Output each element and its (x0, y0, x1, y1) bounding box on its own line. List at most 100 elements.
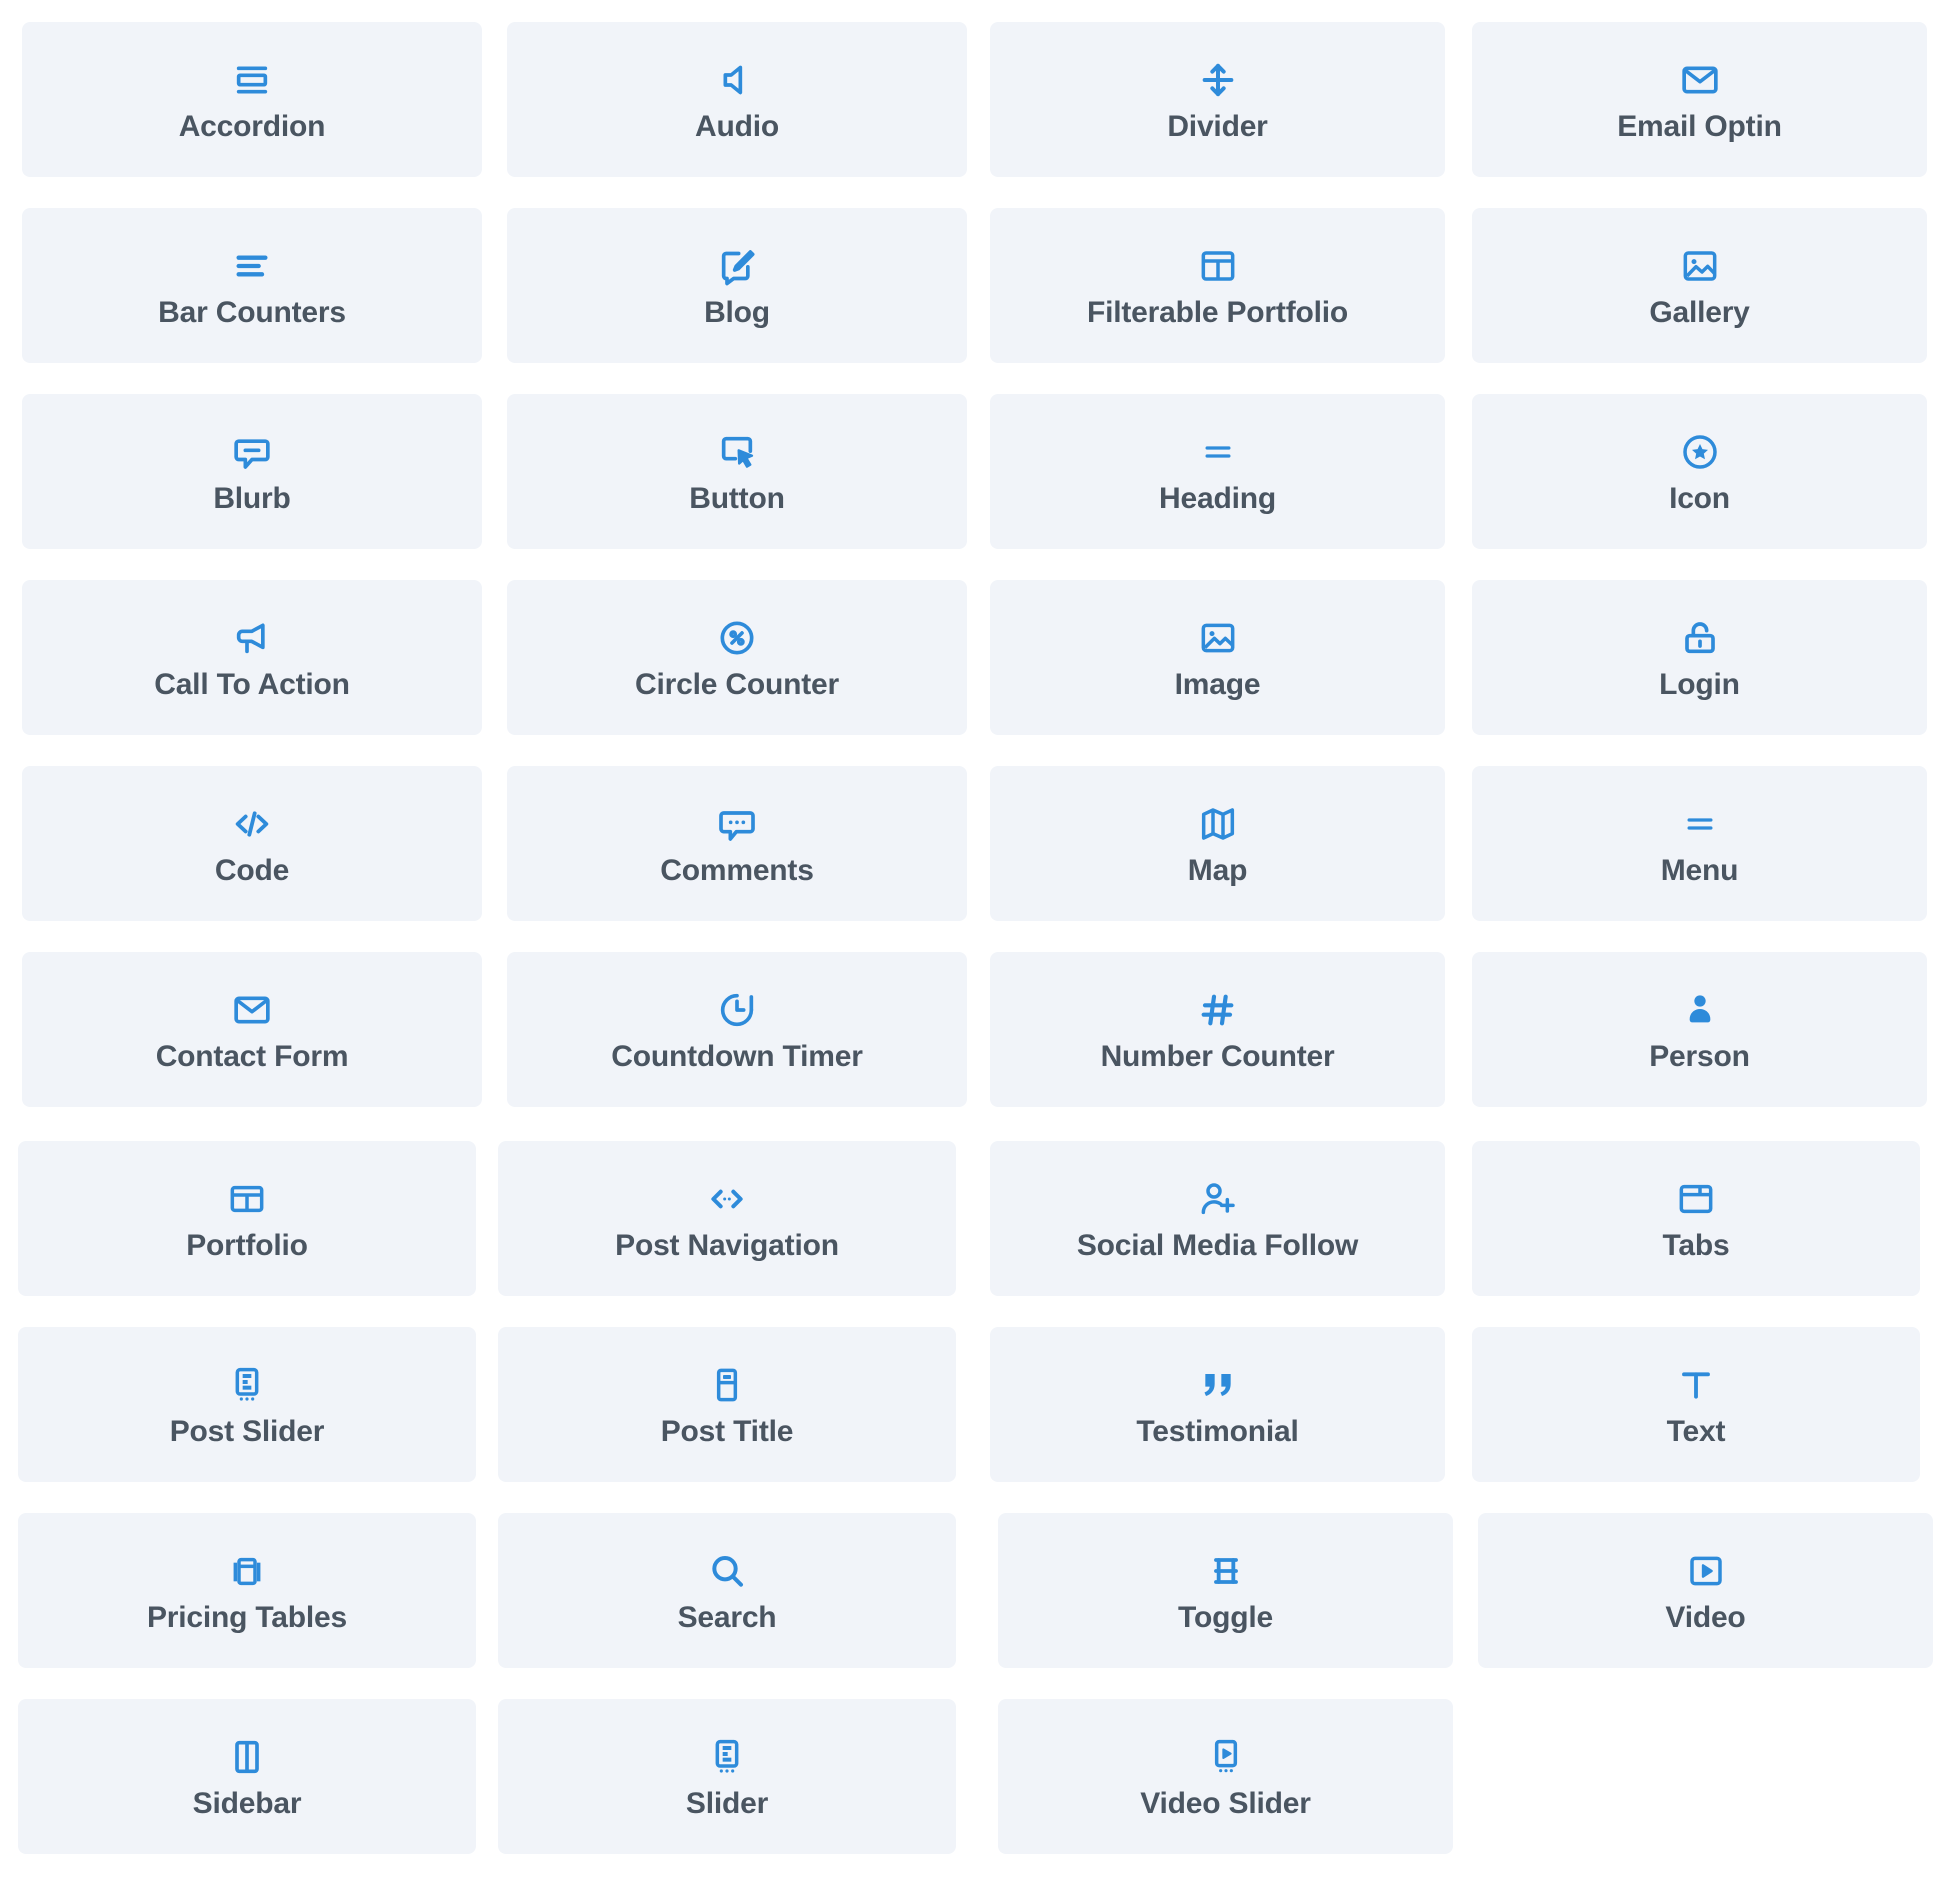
module-label: Map (1187, 853, 1248, 887)
module-label: Text (1666, 1414, 1726, 1448)
module-label: Tabs (1662, 1228, 1730, 1262)
module-label: Contact Form (155, 1039, 349, 1073)
module-label: Search (677, 1600, 777, 1634)
module-label: Number Counter (1100, 1039, 1335, 1073)
blog-pencil-icon (714, 243, 760, 289)
module-card-code[interactable]: Code (22, 766, 482, 921)
lock-icon (1677, 615, 1723, 661)
module-card-button[interactable]: Button (507, 394, 967, 549)
menu-lines-icon (1677, 801, 1723, 847)
module-card-circle-counter[interactable]: Circle Counter (507, 580, 967, 735)
module-label: Countdown Timer (611, 1039, 863, 1073)
module-card-pricing-tables[interactable]: Pricing Tables (18, 1513, 476, 1668)
module-label: Video (1665, 1600, 1746, 1634)
video-slider-icon (1203, 1734, 1249, 1780)
module-card-filterable-portfolio[interactable]: Filterable Portfolio (990, 208, 1445, 363)
video-play-icon (1683, 1548, 1729, 1594)
code-brackets-icon (229, 801, 275, 847)
module-card-map[interactable]: Map (990, 766, 1445, 921)
module-label: Post Title (660, 1414, 794, 1448)
module-card-number-counter[interactable]: Number Counter (990, 952, 1445, 1107)
button-cursor-icon (714, 429, 760, 475)
module-card-email-optin[interactable]: Email Optin (1472, 22, 1927, 177)
comment-bubble-icon (714, 801, 760, 847)
module-card-person[interactable]: Person (1472, 952, 1927, 1107)
module-card-toggle[interactable]: Toggle (998, 1513, 1453, 1668)
module-label: Menu (1660, 853, 1739, 887)
module-card-login[interactable]: Login (1472, 580, 1927, 735)
module-label: Slider (685, 1786, 769, 1820)
quote-icon (1195, 1362, 1241, 1408)
gallery-image-icon (1677, 243, 1723, 289)
clock-icon (714, 987, 760, 1033)
post-navigation-icon (704, 1176, 750, 1222)
module-card-divider[interactable]: Divider (990, 22, 1445, 177)
text-t-icon (1673, 1362, 1719, 1408)
module-label: Blog (704, 295, 770, 329)
module-card-blog[interactable]: Blog (507, 208, 967, 363)
module-label: Social Media Follow (1076, 1228, 1359, 1262)
module-card-comments[interactable]: Comments (507, 766, 967, 921)
audio-speaker-icon (714, 57, 760, 103)
module-card-text[interactable]: Text (1472, 1327, 1920, 1482)
module-label: Gallery (1649, 295, 1750, 329)
module-card-call-to-action[interactable]: Call To Action (22, 580, 482, 735)
module-card-menu[interactable]: Menu (1472, 766, 1927, 921)
heading-lines-icon (1195, 429, 1241, 475)
image-icon (1195, 615, 1241, 661)
module-label: Pricing Tables (146, 1600, 348, 1634)
module-card-bar-counters[interactable]: Bar Counters (22, 208, 482, 363)
toggle-icon (1203, 1548, 1249, 1594)
module-label: Icon (1669, 481, 1730, 515)
search-icon (704, 1548, 750, 1594)
module-card-social-media-follow[interactable]: Social Media Follow (990, 1141, 1445, 1296)
module-label: Heading (1159, 481, 1276, 515)
envelope-icon (229, 987, 275, 1033)
blurb-bubble-icon (229, 429, 275, 475)
module-label: Post Navigation (615, 1228, 839, 1262)
module-label: Toggle (1178, 1600, 1273, 1634)
tabs-icon (1673, 1176, 1719, 1222)
person-add-icon (1195, 1176, 1241, 1222)
circle-counter-icon (714, 615, 760, 661)
module-label: Testimonial (1136, 1414, 1299, 1448)
module-card-video[interactable]: Video (1478, 1513, 1933, 1668)
star-circle-icon (1677, 429, 1723, 475)
module-card-post-slider[interactable]: Post Slider (18, 1327, 476, 1482)
module-card-icon[interactable]: Icon (1472, 394, 1927, 549)
bar-counters-icon (229, 243, 275, 289)
module-card-sidebar[interactable]: Sidebar (18, 1699, 476, 1854)
portfolio-grid-icon (224, 1176, 270, 1222)
post-title-icon (704, 1362, 750, 1408)
module-card-contact-form[interactable]: Contact Form (22, 952, 482, 1107)
module-card-post-navigation[interactable]: Post Navigation (498, 1141, 956, 1296)
module-card-post-title[interactable]: Post Title (498, 1327, 956, 1482)
module-card-testimonial[interactable]: Testimonial (990, 1327, 1445, 1482)
module-label: Comments (660, 853, 814, 887)
module-card-gallery[interactable]: Gallery (1472, 208, 1927, 363)
module-label: Code (214, 853, 290, 887)
module-label: Call To Action (154, 667, 350, 701)
module-label: Circle Counter (635, 667, 839, 701)
module-card-image[interactable]: Image (990, 580, 1445, 735)
module-card-blurb[interactable]: Blurb (22, 394, 482, 549)
slider-icon (704, 1734, 750, 1780)
module-card-video-slider[interactable]: Video Slider (998, 1699, 1453, 1854)
module-card-accordion[interactable]: Accordion (22, 22, 482, 177)
module-label: Video Slider (1140, 1786, 1311, 1820)
module-card-audio[interactable]: Audio (507, 22, 967, 177)
envelope-icon (1677, 57, 1723, 103)
module-library-grid: Accordion Audio Divider Email Optin Bar Coun… (0, 0, 1950, 1887)
module-card-slider[interactable]: Slider (498, 1699, 956, 1854)
module-card-search[interactable]: Search (498, 1513, 956, 1668)
module-card-tabs[interactable]: Tabs (1472, 1141, 1920, 1296)
module-label: Person (1649, 1039, 1750, 1073)
module-card-portfolio[interactable]: Portfolio (18, 1141, 476, 1296)
module-card-countdown-timer[interactable]: Countdown Timer (507, 952, 967, 1107)
pricing-tables-icon (224, 1548, 270, 1594)
module-label: Portfolio (186, 1228, 308, 1262)
module-label: Sidebar (192, 1786, 302, 1820)
post-slider-icon (224, 1362, 270, 1408)
module-card-heading[interactable]: Heading (990, 394, 1445, 549)
module-label: Image (1174, 667, 1261, 701)
